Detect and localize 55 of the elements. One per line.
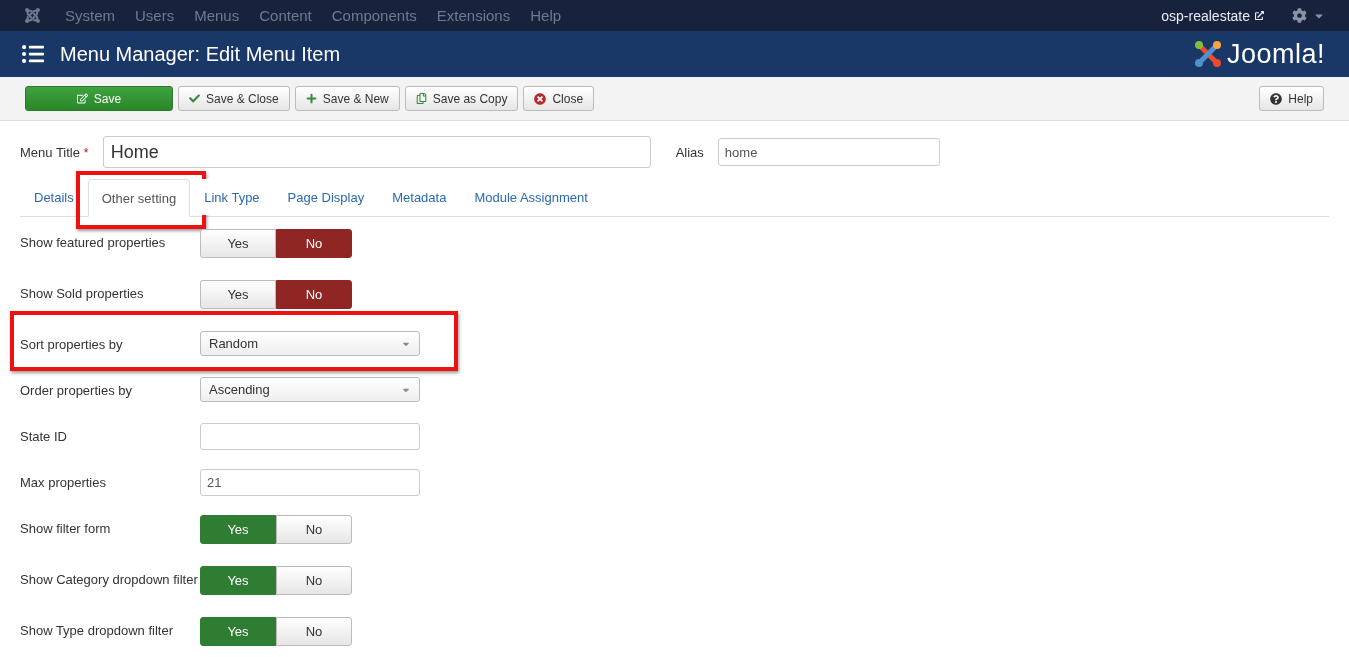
field-label: Show Type dropdown filter [20,622,174,638]
input-field[interactable]: home [717,138,940,166]
toggle-option[interactable]: No [276,280,352,309]
field-label: Show featured properties [20,234,167,250]
close-icon [534,92,547,105]
external-link-icon [1255,11,1264,20]
toolbar-button[interactable]: Save & New [294,86,400,111]
field-label: Alias [675,144,704,160]
toggle-option[interactable]: Yes [200,566,276,595]
toggle-option[interactable]: Yes [200,280,276,309]
select-field[interactable]: Ascending [200,377,420,402]
list-icon [22,43,44,65]
field-label: Order properties by [20,382,133,398]
check-icon [189,93,200,104]
toggle-option[interactable]: Yes [200,229,276,258]
copy-icon [415,93,427,104]
field-label: Show Category dropdown filter [20,571,199,587]
toolbar-button[interactable]: Save & Close [178,86,290,111]
help-button[interactable]: Help [1259,86,1324,111]
menu-item[interactable]: Content [249,7,322,24]
menu-item[interactable]: Components [321,7,427,24]
input-field[interactable] [200,423,420,450]
select-field[interactable]: Random [200,331,420,356]
field-label: Menu Title * [20,144,89,160]
field-label: Show filter form [20,520,112,536]
edit-icon [76,93,88,104]
menu-item[interactable]: Help [520,7,572,24]
menu-item[interactable]: System [55,7,125,24]
toggle-option[interactable]: Yes [200,515,276,544]
plus-icon [305,93,317,104]
input-field[interactable]: Home [102,136,651,168]
toolbar-button[interactable]: Close [523,86,595,111]
toggle-option[interactable]: Yes [200,617,276,646]
toggle-option[interactable]: No [276,566,352,595]
menu-item[interactable]: Extensions [426,7,521,24]
menu-item[interactable]: Menus [184,7,250,24]
logo-text: Joomla! [1226,38,1325,70]
settings-icon[interactable] [1292,8,1307,23]
toggle-option[interactable]: No [276,229,352,258]
field-label: Max properties [20,474,107,490]
menu-item[interactable]: Users [125,7,185,24]
field-label: Show Sold properties [20,285,145,301]
toggle-option[interactable]: No [276,617,352,646]
input-field[interactable]: 21 [200,469,420,496]
page-title: Menu Manager: Edit Menu Item [60,42,341,66]
logo-icon [1192,39,1223,69]
joomla-icon[interactable] [24,7,41,24]
toggle-option[interactable]: No [276,515,352,544]
field-label: Sort properties by [20,336,124,352]
site-link[interactable]: osp-realestate [1161,7,1264,24]
toolbar-button[interactable]: Save [25,86,173,111]
help-icon [1270,92,1283,105]
toolbar-button[interactable]: Save as Copy [404,86,519,111]
field-label: State ID [20,428,68,444]
tab[interactable]: Other setting [87,179,191,217]
